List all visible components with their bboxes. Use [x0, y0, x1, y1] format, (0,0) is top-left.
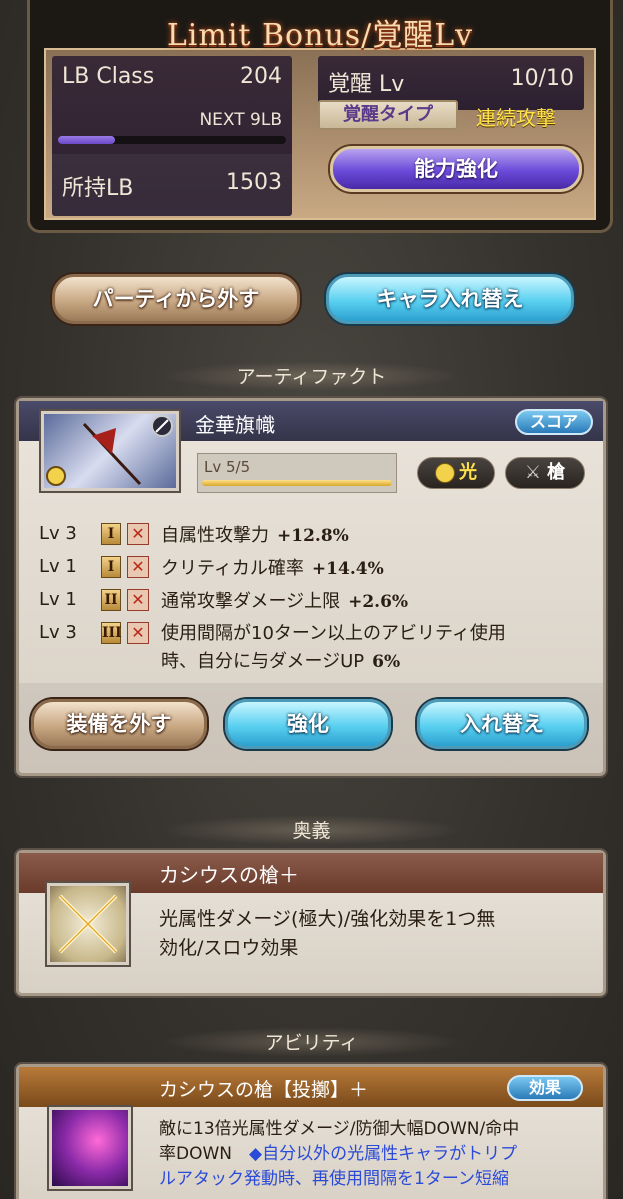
lb-class-label: LB Class: [62, 64, 155, 89]
awaken-value: 10/10: [510, 66, 574, 91]
light-element-icon: [435, 463, 455, 483]
ougi-description: 光属性ダメージ(極大)/強化効果を1つ無 効化/スロウ効果: [159, 908, 496, 959]
ougi-section-title: 奥義: [0, 816, 623, 843]
limit-bonus-title: Limit Bonus/覚醒Lv: [166, 18, 474, 53]
awaken-type-value: 連続攻撃: [476, 106, 556, 130]
limit-bonus-panel: Limit Bonus/覚醒Lv LB Class 204 NEXT 9LB 所…: [30, 0, 610, 230]
artifact-skill-row: Lv 3 I ✕ 自属性攻撃力 +12.8%: [39, 523, 349, 546]
lb-progress-bar: [58, 136, 286, 144]
ability-spear-throw-icon: [49, 1107, 131, 1189]
ability-description: 敵に13倍光属性ダメージ/防御大幅DOWN/命中 率DOWN ◆自分以外の光属性…: [159, 1119, 520, 1189]
artifact-skill-row: Lv 3 III ✕ 使用間隔が10ターン以上のアビリティ使用 時、自分に与ダメー…: [39, 622, 506, 672]
unequip-button[interactable]: 装備を外す: [31, 699, 207, 749]
lb-class-box: LB Class 204 NEXT 9LB 所持LB 1503: [52, 56, 292, 216]
tier-icon: I: [101, 556, 121, 578]
attack-icon: ✕: [127, 622, 149, 644]
artifact-level-bar: [202, 480, 392, 486]
crossed-spears-icon: [47, 883, 129, 965]
ougi-name: カシウスの槍＋: [159, 863, 299, 887]
ability-card: カシウスの槍【投擲】＋ 効果 敵に13倍光属性ダメージ/防御大幅DOWN/命中 …: [16, 1064, 606, 1199]
awaken-type-label: 覚醒タイプ: [318, 100, 458, 130]
owned-lb-label: 所持LB: [62, 176, 134, 201]
artifact-level-box: Lv 5/5: [197, 453, 397, 493]
spear-icon: ⚔: [524, 462, 542, 483]
tier-icon: II: [101, 589, 121, 611]
remove-from-party-button[interactable]: パーティから外す: [52, 274, 300, 324]
limit-bonus-body: LB Class 204 NEXT 9LB 所持LB 1503 覚醒 Lv 10…: [44, 48, 596, 220]
ougi-card: カシウスの槍＋ 光属性ダメージ(極大)/強化効果を1つ無 効化/スロウ効果: [16, 850, 606, 996]
ability-name: カシウスの槍【投擲】＋: [159, 1079, 369, 1101]
artifact-skill-row: Lv 1 II ✕ 通常攻撃ダメージ上限 +2.6%: [39, 589, 409, 612]
ability-section-title: アビリティ: [0, 1028, 623, 1055]
artifact-image: [41, 411, 179, 491]
weapon-badge: ⚔ 槍: [505, 457, 585, 489]
artifact-card: 金華旗幟 スコア Lv 5/5 光 ⚔ 槍 Lv 3 I ✕ 自属性攻撃力 +12.…: [16, 398, 606, 776]
lb-class-value: 204: [240, 64, 282, 89]
artifact-swap-button[interactable]: 入れ替え: [417, 699, 587, 749]
artifact-section-title: アーティファクト: [0, 362, 623, 389]
lb-class-row: LB Class 204: [62, 64, 282, 89]
effect-button[interactable]: 効果: [507, 1075, 583, 1101]
attack-icon: ✕: [127, 523, 149, 545]
element-badge: 光: [417, 457, 495, 489]
artifact-skills-list: Lv 3 I ✕ 自属性攻撃力 +12.8% Lv 1 I ✕ クリティカル確率 +…: [39, 519, 593, 680]
artifact-enhance-button[interactable]: 強化: [225, 699, 391, 749]
owned-lb-value: 1503: [226, 170, 282, 195]
attack-icon: ✕: [127, 556, 149, 578]
lb-progress-fill: [58, 136, 115, 144]
tier-icon: III: [101, 622, 122, 644]
next-lb-label: NEXT 9LB: [199, 110, 282, 130]
attack-icon: ✕: [127, 589, 149, 611]
artifact-name: 金華旗幟: [195, 413, 275, 437]
artifact-level: Lv 5/5: [204, 458, 251, 476]
awaken-label: 覚醒 Lv: [328, 72, 405, 97]
tier-icon: I: [101, 523, 121, 545]
swap-character-button[interactable]: キャラ入れ替え: [326, 274, 574, 324]
owned-lb-row: 所持LB 1503: [62, 170, 282, 202]
score-button[interactable]: スコア: [515, 409, 593, 435]
ability-enhance-button[interactable]: 能力強化: [330, 146, 582, 192]
artifact-skill-row: Lv 1 I ✕ クリティカル確率 +14.4%: [39, 556, 384, 579]
halberd-icon: [46, 415, 173, 486]
